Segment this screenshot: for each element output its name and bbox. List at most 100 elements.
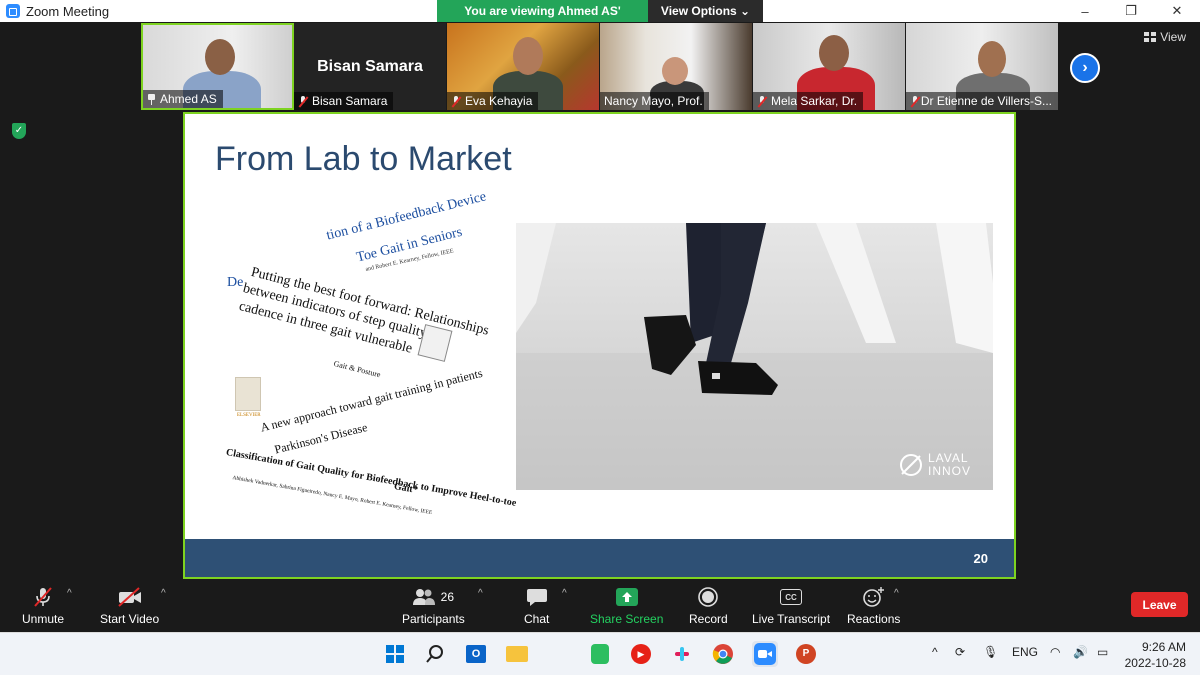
window-controls: – ❐ ✕	[1062, 0, 1200, 22]
maximize-button[interactable]: ❐	[1108, 0, 1154, 22]
video-off-icon	[117, 587, 141, 607]
muted-mic-icon	[451, 95, 461, 107]
participant-name-nancy: Nancy Mayo, Prof.	[600, 92, 709, 110]
participants-options-caret[interactable]: ^	[478, 588, 483, 599]
chat-options-caret[interactable]: ^	[562, 588, 567, 599]
meeting-toolbar: Unmute ^ Start Video ^ 26 Participants ^	[0, 580, 1200, 632]
walking-video[interactable]: LAVAL INNOV	[516, 223, 993, 490]
live-transcript-button[interactable]: CC Live Transcript	[752, 584, 830, 626]
language-indicator[interactable]: ENG	[1012, 645, 1038, 659]
participants-button[interactable]: 26 Participants	[402, 584, 465, 626]
participant-name-etienne: Dr Etienne de Villers-S...	[906, 92, 1058, 110]
search-icon	[426, 645, 443, 663]
microphone-icon[interactable]: 🎙	[983, 645, 998, 659]
participant-tile-bisan[interactable]: Bisan Samara Bisan Samara	[294, 23, 446, 110]
taskbar-outlook[interactable]: O	[463, 641, 489, 667]
grid-icon	[1144, 32, 1157, 42]
taskbar-search-button[interactable]	[422, 641, 448, 667]
video-frame	[516, 223, 993, 490]
person-head	[819, 35, 849, 71]
taskbar-powerpoint[interactable]: P	[793, 641, 819, 667]
person-head	[205, 39, 235, 75]
volume-icon[interactable]: 🔊	[1073, 645, 1088, 659]
slide-title: From Lab to Market	[215, 140, 512, 178]
participants-count: 26	[440, 590, 455, 604]
taskbar-youtube-music[interactable]: ▶	[628, 641, 654, 667]
laval-innov-logo: LAVAL INNOV	[898, 452, 971, 478]
unmute-button[interactable]: Unmute	[22, 584, 64, 626]
participant-name-bisan: Bisan Samara	[294, 92, 394, 110]
participant-name-eva: Eva Kehayia	[447, 92, 539, 110]
taskbar-file-explorer[interactable]	[504, 641, 530, 667]
participant-tile-eva[interactable]: Eva Kehayia	[447, 23, 599, 110]
outlook-icon: O	[466, 645, 486, 663]
record-icon	[698, 587, 719, 607]
view-button-label: View	[1160, 30, 1186, 44]
participant-tile-nancy[interactable]: Nancy Mayo, Prof.	[600, 23, 752, 110]
chat-bubble-icon	[526, 589, 547, 606]
evernote-icon	[591, 644, 609, 664]
smiley-plus-icon	[862, 587, 884, 607]
paper-fragment-de: De	[227, 275, 244, 290]
clock-date: 2022-10-28	[1124, 656, 1186, 670]
muted-mic-icon	[34, 587, 52, 607]
battery-icon[interactable]: ▭	[1097, 645, 1108, 659]
share-screen-button[interactable]: Share Screen	[590, 584, 663, 626]
person-head	[513, 37, 543, 75]
record-button[interactable]: Record	[689, 584, 728, 626]
screen-share-banner: You are viewing Ahmed AS' screen View Op…	[437, 0, 763, 40]
taskbar-evernote[interactable]	[587, 641, 613, 667]
elsevier-tree-logo	[235, 377, 261, 411]
view-button[interactable]: View	[1144, 30, 1186, 44]
muted-mic-icon	[910, 95, 917, 107]
laval-logo-icon	[899, 454, 922, 476]
clock-time: 9:26 AM	[1141, 640, 1186, 654]
security-shield-icon[interactable]: ✓	[12, 123, 26, 139]
pin-icon	[147, 93, 156, 105]
participant-tile-mela[interactable]: Mela Sarkar, Dr.	[753, 23, 905, 110]
powerpoint-icon: P	[796, 644, 816, 664]
leave-button[interactable]: Leave	[1131, 592, 1188, 617]
slide-page-number: 20	[973, 551, 988, 566]
paper-collage: tion of a Biofeedback Device Toe Gait in…	[225, 189, 517, 519]
reactions-options-caret[interactable]: ^	[894, 588, 899, 599]
participant-tile-ahmed[interactable]: Ahmed AS	[141, 23, 294, 110]
video-options-caret[interactable]: ^	[161, 588, 166, 599]
participant-tile-etienne[interactable]: Dr Etienne de Villers-S...	[906, 23, 1058, 110]
close-button[interactable]: ✕	[1154, 0, 1200, 22]
wifi-icon[interactable]: ◠	[1050, 645, 1060, 659]
viewing-screen-label: You are viewing Ahmed AS' screen	[437, 0, 648, 40]
person-head	[978, 41, 1006, 77]
taskbar-chrome[interactable]	[710, 641, 736, 667]
taskbar-zoom[interactable]	[752, 641, 778, 667]
tray-overflow-caret[interactable]: ^	[932, 645, 938, 659]
participant-name-ahmed: Ahmed AS	[143, 90, 223, 108]
meeting-stage: View Ahmed AS Bisan Samara Bisan Samara …	[0, 22, 1200, 580]
start-button[interactable]	[382, 641, 408, 667]
minimize-button[interactable]: –	[1062, 0, 1108, 22]
sync-icon[interactable]: ⟳	[955, 645, 965, 659]
folder-icon	[506, 646, 528, 662]
zoom-app-icon	[6, 4, 20, 18]
slack-icon	[675, 647, 689, 661]
windows-taskbar: O ▶ P ^ ⟳ 🎙 ENG ◠ 🔊 ▭ 9:26 AM 2022-10-28	[0, 632, 1200, 675]
cc-icon: CC	[780, 589, 803, 605]
slide-footer-bar	[185, 539, 1014, 577]
view-options-button[interactable]: View Options ⌄	[648, 0, 763, 22]
chevron-right-icon: ›	[1082, 59, 1088, 76]
elsevier-label: ELSEVIER	[237, 413, 261, 418]
audio-options-caret[interactable]: ^	[67, 588, 72, 599]
windows-logo-icon	[386, 645, 404, 663]
shared-screen-slide: From Lab to Market tion of a Biofeedback…	[183, 112, 1016, 579]
start-video-button[interactable]: Start Video	[100, 584, 159, 626]
zoom-icon	[754, 643, 776, 665]
share-screen-icon	[615, 588, 638, 606]
muted-mic-icon	[757, 95, 767, 107]
taskbar-slack[interactable]	[669, 641, 695, 667]
reactions-button[interactable]: Reactions	[847, 584, 900, 626]
person-head	[662, 57, 688, 85]
next-page-button[interactable]: ›	[1070, 53, 1100, 83]
window-title: Zoom Meeting	[26, 3, 110, 19]
system-clock[interactable]: 9:26 AM 2022-10-28	[1125, 639, 1186, 671]
chat-button[interactable]: Chat	[524, 584, 549, 626]
